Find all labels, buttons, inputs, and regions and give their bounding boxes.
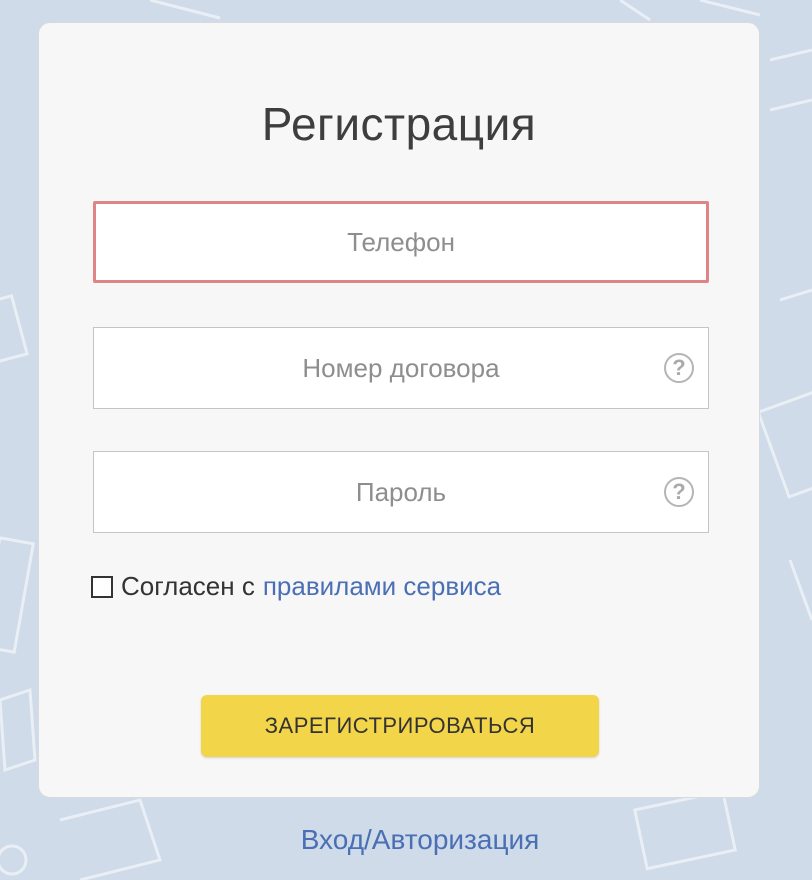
terms-link[interactable]: правилами сервиса <box>263 571 501 602</box>
registration-card: Регистрация ? ? Согласен с правилами сер… <box>38 22 760 798</box>
page-title: Регистрация <box>261 98 537 150</box>
password-input[interactable] <box>94 452 708 532</box>
terms-agreement: Согласен с правилами сервиса <box>91 571 501 602</box>
phone-field <box>93 201 709 283</box>
phone-input[interactable] <box>96 204 706 280</box>
question-circle-icon[interactable]: ? <box>664 477 694 507</box>
register-button[interactable]: ЗАРЕГИСТРИРОВАТЬСЯ <box>201 695 599 757</box>
terms-checkbox[interactable] <box>91 575 113 598</box>
login-link[interactable]: Вход/Авторизация <box>0 824 812 856</box>
question-circle-icon[interactable]: ? <box>664 353 694 383</box>
terms-label: Согласен с <box>121 571 255 601</box>
contract-number-input[interactable] <box>94 328 708 408</box>
password-field: ? <box>93 451 709 533</box>
contract-number-field: ? <box>93 327 709 409</box>
